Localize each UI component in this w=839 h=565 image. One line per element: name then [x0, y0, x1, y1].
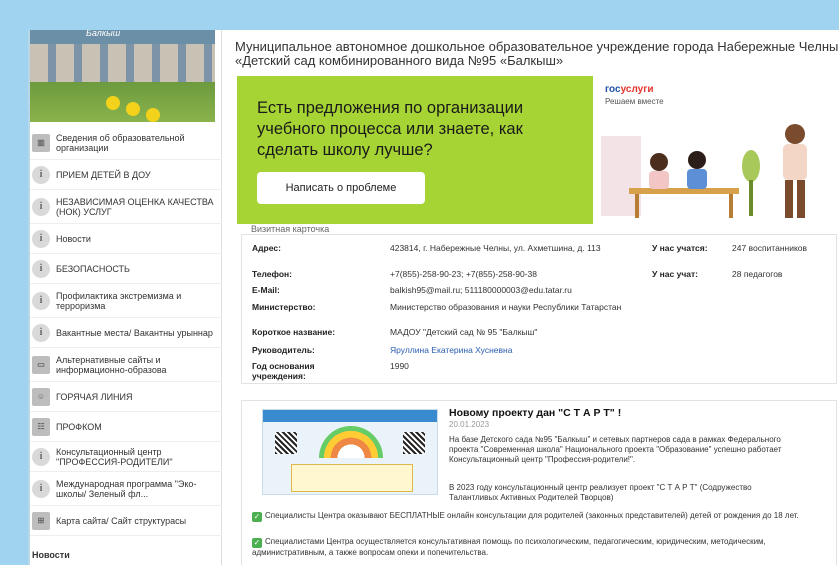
browser-page: Балкыш ▥ Сведения об образовательной орг… — [28, 30, 839, 565]
card-caption: Визитная карточка — [251, 224, 330, 234]
news-paragraph-3-text: Специалисты Центра оказывают БЕСПЛАТНЫЕ … — [265, 511, 799, 520]
building-icon: ▥ — [32, 133, 50, 152]
info-icon: i — [32, 229, 50, 248]
sidebar-item-quality-assessment[interactable]: i НЕЗАВИСИМАЯ ОЦЕНКА КАЧЕСТВА (НОК) УСЛУ… — [30, 190, 222, 224]
poster-header-band — [263, 410, 437, 422]
sidebar-item-label: Вакантные места/ Вакантны урыннар — [56, 327, 213, 338]
gosuslugi-promo-banner: Есть предложения по организации учебного… — [237, 76, 837, 224]
sitemap-icon: ⊞ — [32, 511, 50, 530]
kindergarten-photo: Балкыш — [30, 30, 215, 122]
building-graphic — [30, 44, 215, 82]
news-paragraph-4-text: Специалистами Центра осуществляется конс… — [252, 537, 766, 557]
teachers-label: У нас учат: — [652, 269, 698, 279]
head-label: Руководитель: — [252, 345, 315, 355]
sidebar-item-security[interactable]: i БЕЗОПАСНОСТЬ — [30, 254, 222, 284]
flower-graphic — [126, 102, 140, 116]
people-icon: ☺ — [32, 387, 50, 406]
sidebar-item-label: ПРИЕМ ДЕТЕЙ В ДОУ — [56, 169, 151, 180]
promo-illustration: госуслуги Решаем вместе — [593, 76, 837, 224]
monitor-icon: ▭ — [32, 355, 50, 374]
sidebar-item-vacancies[interactable]: i Вакантные места/ Вакантны урыннар — [30, 318, 222, 348]
sidebar-item-extremism-prevention[interactable]: i Профилактика экстремизма и терроризма — [30, 284, 222, 318]
head-link[interactable]: Яруллина Екатерина Хусневна — [390, 345, 634, 355]
sidebar-item-hotline[interactable]: ☺ ГОРЯЧАЯ ЛИНИЯ — [30, 382, 222, 412]
news-poster-image[interactable] — [262, 409, 438, 495]
flower-graphic — [106, 96, 120, 110]
sidebar-item-label: Сведения об образовательной организации — [56, 132, 185, 153]
phone-value: +7(855)-258-90-23; +7(855)-258-90-38 — [390, 269, 537, 279]
qr-code-icon — [275, 432, 297, 454]
sidebar-item-label: Альтернативные сайты и информационно-обр… — [56, 354, 167, 375]
email-value[interactable]: balkish95@mail.ru; 511180000003@edu.tata… — [390, 285, 650, 295]
address-value: 423814, г. Набережные Челны, ул. Ахметши… — [390, 243, 601, 253]
news-paragraph-3: ✓ Специалисты Центра оказывают БЕСПЛАТНЫЕ… — [252, 511, 832, 522]
sidebar-item-sitemap[interactable]: ⊞ Карта сайта/ Сайт структурасы — [30, 506, 222, 536]
poster-text-box — [291, 464, 413, 492]
ministry-value: Министерство образования и науки Республ… — [390, 302, 622, 312]
short-name-value: МАДОУ "Детский сад № 95 "Балкыш" — [390, 327, 538, 337]
sidebar-menu: ▥ Сведения об образовательной организаци… — [30, 126, 222, 536]
checkmark-icon: ✓ — [252, 538, 262, 548]
ministry-label: Министерство: — [252, 302, 316, 312]
promo-text: Есть предложения по организации учебного… — [257, 99, 524, 159]
news-paragraph-1: На базе Детского сада №95 "Балкыш" и сет… — [449, 435, 782, 464]
address-label: Адрес: — [252, 243, 281, 253]
info-icon: i — [32, 447, 50, 466]
email-label: E-Mail: — [252, 285, 280, 295]
sidebar-item-label: Международная программа "Эко-школы/ Зеле… — [56, 478, 197, 499]
business-card: Адрес: 423814, г. Набережные Челны, ул. … — [241, 234, 837, 384]
sidebar-item-org-info[interactable]: ▥ Сведения об образовательной организаци… — [30, 126, 222, 160]
info-icon: i — [32, 197, 50, 216]
news-paragraph-2: В 2023 году консультационный центр реали… — [449, 483, 752, 502]
banner-logo-text: Балкыш — [86, 30, 121, 38]
sidebar-item-label: Карта сайта/ Сайт структурасы — [56, 515, 187, 526]
sidebar-news-heading: Новости — [32, 550, 70, 560]
info-icon: i — [32, 291, 50, 310]
sidebar-item-label: ПРОФКОМ — [56, 421, 102, 432]
info-icon: i — [32, 165, 50, 184]
page-title: Муниципальное автономное дошкольное обра… — [235, 39, 839, 68]
news-article: Новому проекту дан "С Т А Р Т" ! 20.01.2… — [241, 400, 837, 565]
sidebar-item-label: Консультационный центр "ПРОФЕССИЯ-РОДИТЕ… — [56, 446, 173, 467]
sidebar-item-label: БЕЗОПАСНОСТЬ — [56, 263, 130, 274]
founded-label: Год основания учреждения: — [252, 361, 315, 381]
classroom-illustration — [601, 124, 807, 218]
sidebar-item-admission[interactable]: i ПРИЕМ ДЕТЕЙ В ДОУ — [30, 160, 222, 190]
info-icon: i — [32, 323, 50, 342]
sidebar-item-alternative-sites[interactable]: ▭ Альтернативные сайты и информационно-о… — [30, 348, 222, 382]
sidebar-item-eco-schools[interactable]: i Международная программа "Эко-школы/ Зе… — [30, 472, 222, 506]
sidebar: Балкыш ▥ Сведения об образовательной орг… — [30, 30, 222, 565]
sidebar-item-consult-center[interactable]: i Консультационный центр "ПРОФЕССИЯ-РОДИ… — [30, 442, 222, 472]
rainbow-graphic — [319, 426, 383, 458]
sidebar-item-news[interactable]: i Новости — [30, 224, 222, 254]
teachers-value: 28 педагогов — [732, 269, 783, 279]
phone-label: Телефон: — [252, 269, 292, 279]
sidebar-item-label: Профилактика экстремизма и терроризма — [56, 290, 182, 311]
main-content: Муниципальное автономное дошкольное обра… — [235, 30, 839, 565]
info-icon: i — [32, 259, 50, 278]
group-icon: ☷ — [32, 417, 50, 436]
flower-graphic — [146, 108, 160, 122]
report-problem-button[interactable]: Написать о проблеме — [257, 172, 425, 204]
news-paragraph-4: ✓ Специалистами Центра осуществляется кон… — [252, 537, 832, 558]
info-icon: i — [32, 479, 50, 498]
students-value: 247 воспитанников — [732, 243, 808, 253]
students-label: У нас учатся: — [652, 243, 708, 253]
sidebar-item-label: НЕЗАВИСИМАЯ ОЦЕНКА КАЧЕСТВА (НОК) УСЛУГ — [56, 196, 214, 217]
sidebar-item-label: ГОРЯЧАЯ ЛИНИЯ — [56, 391, 133, 402]
checkmark-icon: ✓ — [252, 512, 262, 522]
news-title[interactable]: Новому проекту дан "С Т А Р Т" ! — [449, 407, 621, 419]
qr-code-icon — [403, 432, 425, 454]
founded-value: 1990 — [390, 361, 409, 371]
news-date: 20.01.2023 — [449, 420, 490, 429]
grass-graphic — [30, 82, 215, 122]
sidebar-item-label: Новости — [56, 233, 91, 244]
short-name-label: Короткое название: — [252, 327, 336, 337]
sidebar-item-trade-union[interactable]: ☷ ПРОФКОМ — [30, 412, 222, 442]
